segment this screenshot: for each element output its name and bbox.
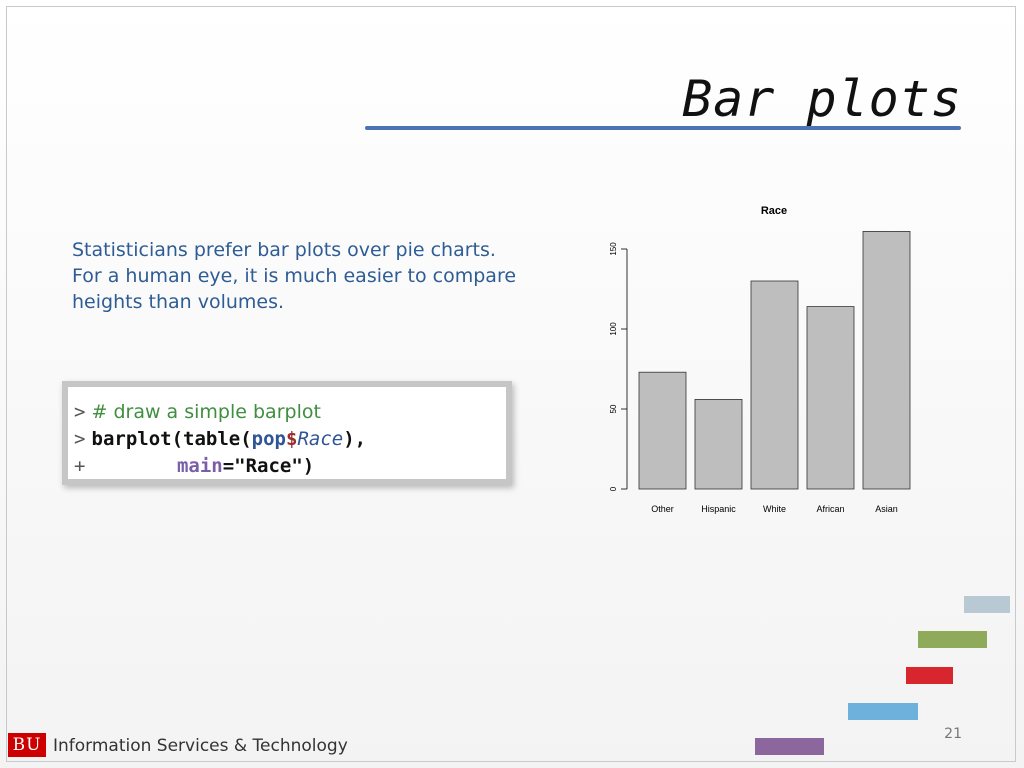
bar-asian [862, 231, 911, 490]
x-tick-label: White [763, 504, 786, 514]
y-tick-label: 0 [609, 486, 618, 491]
y-axis: 0 50 100 150 [609, 242, 628, 491]
code-variable: pop [251, 428, 286, 450]
x-tick-labels: Other Hispanic White African Asian [651, 504, 898, 514]
y-tick-label: 150 [609, 242, 618, 256]
race-bar-chart: Race 0 50 100 150 Other Hispanic White African… [609, 205, 911, 514]
bar-african [806, 306, 855, 490]
code-line-3: + main="Race") [74, 453, 506, 480]
code-box: > # draw a simple barplot > barplot(tabl… [62, 381, 512, 485]
bar-white [750, 280, 799, 490]
footer-org-name: Information Services & Technology [53, 736, 348, 756]
bar-hispanic [694, 398, 743, 490]
code-dollar-operator: $ [285, 428, 298, 450]
code-function-call: barplot(table( [91, 428, 252, 450]
y-tick-label: 50 [609, 404, 618, 413]
body-line-2: For a human eye, it is much easier to co… [72, 265, 517, 287]
code-line-1: > # draw a simple barplot [74, 399, 506, 426]
decorative-bar [906, 667, 953, 684]
bar-other [638, 371, 687, 490]
body-line-3: heights than volumes. [72, 291, 285, 313]
chart-title: Race [761, 205, 787, 217]
console-continuation-prompt: + [74, 455, 86, 477]
body-line-1: Statisticians prefer bar plots over pie … [72, 239, 496, 261]
console-prompt: > [74, 401, 86, 423]
page-number: 21 [944, 726, 962, 742]
code-comment: # draw a simple barplot [91, 401, 321, 423]
decorative-bar [755, 738, 824, 755]
slide-title: Bar plots [682, 70, 962, 128]
code-close-paren: ), [343, 428, 367, 450]
title-underline [365, 126, 961, 130]
decorative-bar [918, 631, 987, 648]
code-argument-value: ="Race") [222, 455, 315, 477]
x-tick-label: Hispanic [701, 504, 736, 514]
x-tick-label: Asian [875, 504, 898, 514]
body-text: Statisticians prefer bar plots over pie … [72, 237, 552, 315]
code-field: Race [297, 428, 344, 450]
x-tick-label: Other [651, 504, 674, 514]
decorative-bars [755, 596, 1010, 755]
x-tick-label: African [816, 504, 844, 514]
bar-group [638, 231, 911, 490]
y-tick-label: 100 [609, 322, 618, 336]
code-argument-name: main [176, 455, 223, 477]
decorative-bar [964, 596, 1010, 613]
console-prompt: > [74, 428, 86, 450]
code-line-2: > barplot(table(pop$Race), [74, 426, 506, 453]
bu-logo: BU [8, 733, 46, 757]
decorative-bar [848, 703, 918, 720]
